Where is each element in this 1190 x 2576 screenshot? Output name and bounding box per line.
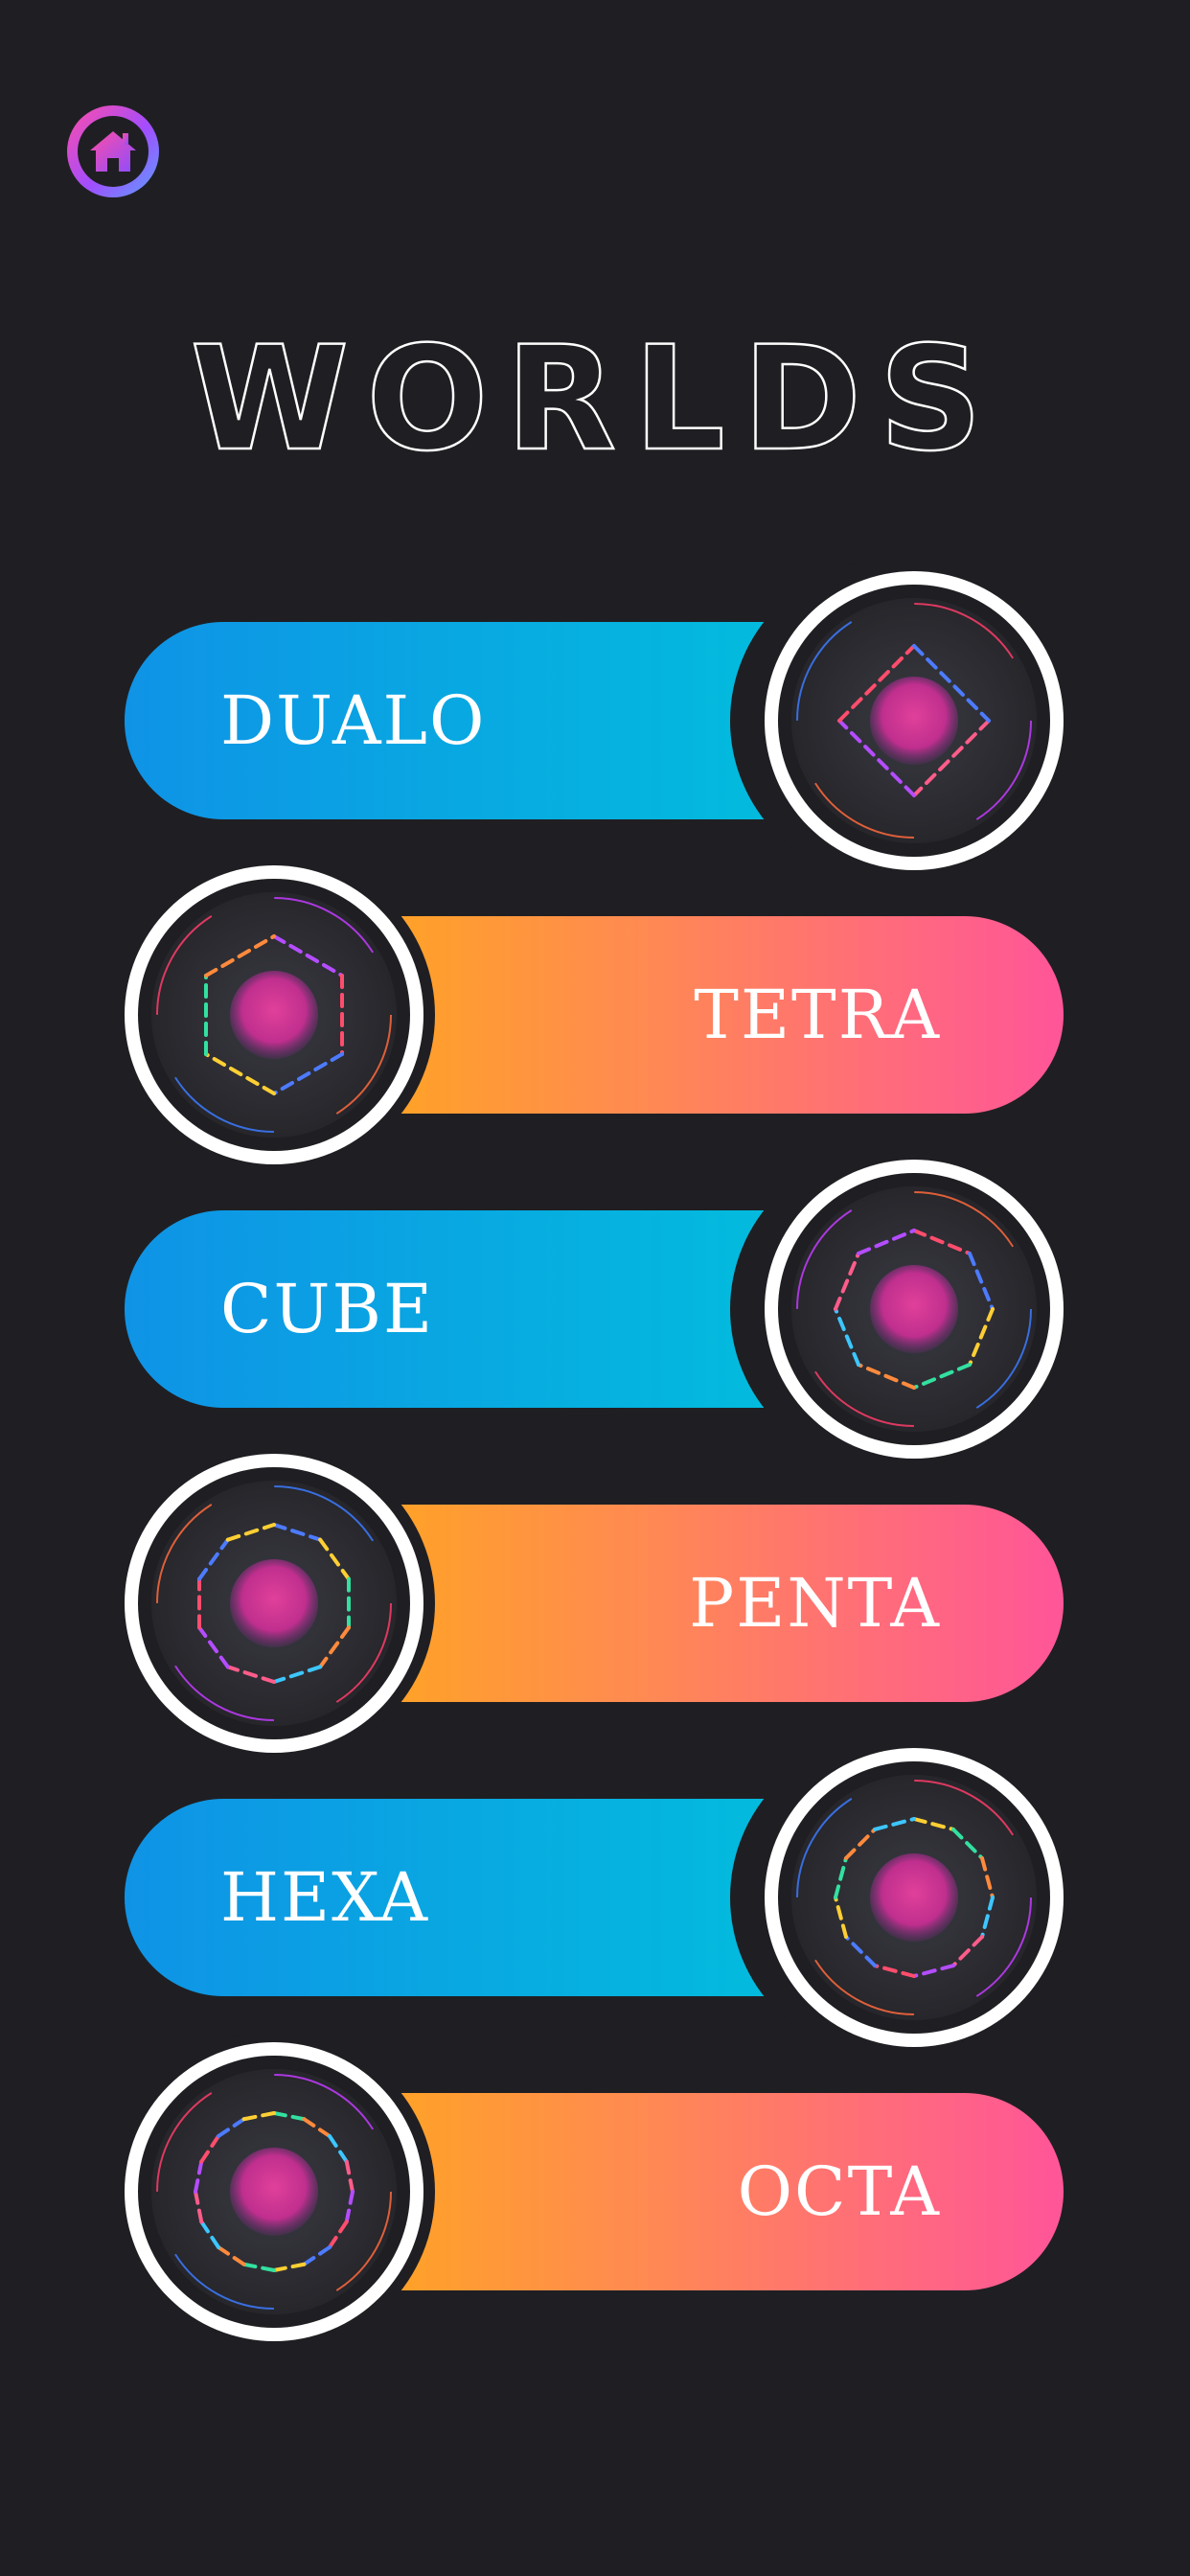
world-label: TETRA: [694, 976, 941, 1054]
world-badge-inner: [138, 2056, 410, 2328]
world-badge: [765, 1160, 1064, 1459]
octa-world-icon: [151, 2069, 397, 2314]
dualo-world-icon: [791, 598, 1037, 843]
world-label: HEXA: [220, 1858, 430, 1937]
home-button-ring: [78, 116, 149, 187]
world-badge-inner: [778, 585, 1050, 857]
page-title-text: WORLDS: [191, 316, 1000, 470]
world-badge-inner: [138, 879, 410, 1151]
world-badge-inner: [778, 1173, 1050, 1445]
world-label: DUALO: [220, 681, 487, 760]
world-badge-inner: [138, 1467, 410, 1739]
home-icon: [90, 131, 136, 172]
world-hexa-button[interactable]: HEXA: [125, 1736, 1064, 2058]
world-badge: [125, 865, 423, 1164]
penta-world-icon: [151, 1481, 397, 1726]
hexa-world-icon: [791, 1775, 1037, 2020]
world-dualo-button[interactable]: DUALO: [125, 560, 1064, 882]
world-octa-button[interactable]: OCTA: [113, 2031, 1064, 2353]
world-penta-button[interactable]: PENTA: [113, 1442, 1064, 1764]
world-label: CUBE: [220, 1270, 435, 1348]
cube-world-icon: [791, 1186, 1037, 1432]
world-label: OCTA: [737, 2152, 941, 2231]
tetra-world-icon: [151, 892, 397, 1138]
page-title: WORLDS: [189, 316, 1000, 470]
world-badge: [765, 1748, 1064, 2047]
world-badge: [125, 1454, 423, 1753]
world-cube-button[interactable]: CUBE: [125, 1148, 1064, 1470]
world-label: PENTA: [689, 1564, 941, 1643]
world-tetra-button[interactable]: TETRA: [113, 854, 1064, 1176]
world-badge: [125, 2042, 423, 2341]
world-badge-inner: [778, 1761, 1050, 2034]
home-button[interactable]: [67, 105, 159, 197]
world-badge: [765, 571, 1064, 870]
